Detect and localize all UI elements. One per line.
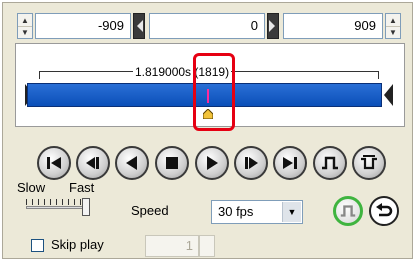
speed-slider-ticks xyxy=(26,199,88,205)
play-icon xyxy=(207,156,218,170)
loop-button[interactable] xyxy=(369,196,399,226)
skip-play-label: Skip play xyxy=(51,237,104,252)
pulse-mode-toggle[interactable] xyxy=(333,196,363,226)
pulse-wave-icon xyxy=(340,205,356,217)
step-back-button[interactable] xyxy=(76,146,110,180)
step-back-icon xyxy=(86,157,99,169)
play-reverse-button[interactable] xyxy=(115,146,149,180)
skip-play-checkbox[interactable] xyxy=(31,239,44,252)
start-spinner[interactable]: ▲ ▼ xyxy=(17,13,33,39)
set-end-marker-icon[interactable] xyxy=(267,13,279,39)
current-frame-field[interactable]: 0 xyxy=(149,13,265,39)
last-frame-button[interactable] xyxy=(273,146,307,180)
pulse-wave-icon xyxy=(322,156,338,170)
highlight-box xyxy=(193,53,235,131)
range-bracket-right xyxy=(378,71,379,79)
set-start-marker-icon[interactable] xyxy=(133,13,145,39)
speed-label: Speed xyxy=(131,203,169,218)
last-frame-icon xyxy=(283,157,297,169)
end-frame-field[interactable]: 909 xyxy=(283,13,383,39)
step-forward-icon xyxy=(245,157,258,169)
playback-panel: ▲ ▼ -909 0 909 ▲ ▼ 1.819000s (1819) Slow… xyxy=(2,2,413,259)
range-bracket-left xyxy=(39,71,40,79)
play-reverse-icon xyxy=(126,156,137,170)
fps-select[interactable]: 30 fps ▼ xyxy=(211,200,303,224)
start-frame-field[interactable]: -909 xyxy=(35,13,131,39)
skip-play-value: 1 xyxy=(145,235,199,257)
spin-down-icon[interactable]: ▼ xyxy=(18,26,32,38)
step-forward-button[interactable] xyxy=(234,146,268,180)
fast-label: Fast xyxy=(69,180,95,195)
loop-pulse-button[interactable] xyxy=(352,146,386,180)
stop-icon xyxy=(166,157,178,169)
spin-down-icon[interactable]: ▼ xyxy=(386,26,400,38)
pulse-wave-button[interactable] xyxy=(313,146,347,180)
end-spinner[interactable]: ▲ ▼ xyxy=(385,13,401,39)
skip-play-spinner xyxy=(199,235,215,257)
slow-label: Slow xyxy=(17,180,46,195)
loop-arrow-icon xyxy=(376,203,393,217)
fps-value: 30 fps xyxy=(218,204,254,219)
speed-slider-thumb[interactable] xyxy=(82,198,90,216)
first-frame-icon xyxy=(47,157,61,169)
speed-slider[interactable] xyxy=(26,206,88,209)
chevron-down-icon[interactable]: ▼ xyxy=(282,202,301,222)
stop-button[interactable] xyxy=(155,146,189,180)
first-frame-button[interactable] xyxy=(37,146,71,180)
play-button[interactable] xyxy=(195,146,229,180)
range-end-handle[interactable] xyxy=(384,84,393,106)
loop-pulse-icon xyxy=(361,155,377,170)
